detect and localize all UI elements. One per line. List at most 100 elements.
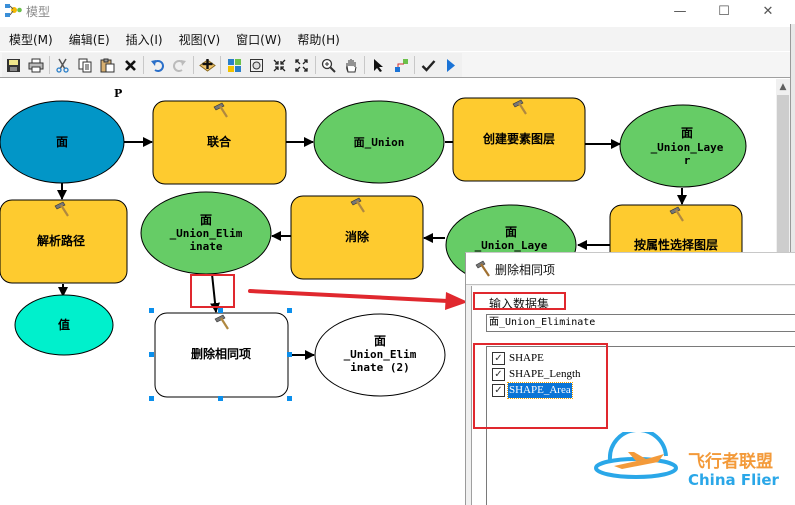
minimize-button[interactable]: — (658, 0, 702, 22)
menu-model[interactable]: 模型(M) (0, 31, 61, 48)
dialog-title: 删除相同项 (495, 263, 556, 277)
toolbar-group (2, 53, 462, 77)
node-label-line: inate (2) (350, 361, 410, 374)
arrow-pointer-icon (374, 58, 384, 72)
auto-layout-icon (227, 58, 241, 72)
menu-bar: 模型(M) 编辑(E) 插入(I) 视图(V) 窗口(W) 帮助(H) (0, 27, 795, 51)
node-label: 消除 (345, 229, 370, 244)
hand-icon (345, 58, 357, 72)
minimize-icon: — (673, 3, 687, 19)
watermark-text-cn: 飞行者联盟 (688, 451, 773, 472)
node-label-line: 面 (374, 334, 386, 348)
node-label-line: _Union_Elim (344, 348, 417, 361)
redo-button[interactable] (169, 54, 191, 76)
maximize-icon: ☐ (718, 3, 730, 19)
node-label: 按属性选择图层 (634, 237, 718, 252)
node-tool-eliminate[interactable]: 消除 (290, 195, 424, 280)
save-icon (6, 58, 20, 72)
node-tool-make-feature-layer[interactable]: 创建要素图层 (452, 97, 586, 182)
node-label: 面 (56, 135, 68, 149)
paste-button[interactable] (96, 54, 118, 76)
add-data-button[interactable] (196, 54, 218, 76)
node-data-union-eliminate[interactable]: 面 _Union_Elim inate (140, 191, 272, 275)
menu-help[interactable]: 帮助(H) (289, 31, 347, 48)
node-label: 创建要素图层 (482, 131, 555, 146)
toolbar-separator (364, 56, 366, 74)
connect-button[interactable] (390, 54, 412, 76)
node-label: 解析路径 (37, 233, 85, 248)
select-button[interactable] (367, 54, 389, 76)
input-dataset-field[interactable]: 面_Union_Eliminate (486, 314, 795, 332)
full-extent-icon (250, 58, 264, 72)
run-button[interactable] (440, 54, 462, 76)
toolbar-separator (143, 56, 145, 74)
node-label-line: r (684, 154, 691, 167)
model-app-icon (5, 4, 22, 17)
auto-layout-button[interactable] (223, 54, 245, 76)
menu-view[interactable]: 视图(V) (171, 31, 229, 48)
menu-insert[interactable]: 插入(I) (118, 31, 171, 48)
menu-edit[interactable]: 编辑(E) (61, 31, 118, 48)
toolbar-separator (414, 56, 416, 74)
full-extent-button[interactable] (246, 54, 268, 76)
scrollbar-thumb[interactable] (777, 95, 789, 265)
node-input-mian[interactable]: 面 (0, 100, 125, 184)
node-tool-parse-path[interactable]: 解析路径 (0, 199, 128, 284)
annotation-input-dataset-box (473, 292, 566, 310)
node-label: 值 (58, 317, 70, 332)
close-icon: ✕ (762, 3, 774, 19)
connect-icon (394, 58, 408, 72)
toolbar-separator (192, 56, 194, 74)
p-parameter-label: P (114, 87, 122, 100)
node-tool-union[interactable]: 联合 (152, 100, 287, 185)
magnifier-icon (322, 58, 337, 73)
scissors-icon (56, 58, 70, 73)
model-builder-window: 模型 — ☐ ✕ 模型(M) 编辑(E) 插入(I) 视图(V) 窗口(W) 帮… (0, 0, 795, 505)
maximize-button[interactable]: ☐ (702, 0, 746, 22)
node-label-line: _Union_Elim (170, 227, 243, 240)
node-label-line: _Union_Laye (475, 239, 548, 252)
node-label-line: 面 (505, 225, 517, 239)
node-data-value[interactable]: 值 (14, 294, 114, 356)
node-data-union-eliminate-2[interactable]: 面 _Union_Elim inate (2) (314, 313, 446, 397)
toolbar-separator (48, 56, 50, 74)
watermark-logo: 飞行者联盟 China Flier (592, 428, 792, 492)
delete-button[interactable] (119, 54, 141, 76)
zoom-in-button[interactable] (318, 54, 340, 76)
node-label-line: inate (189, 240, 222, 253)
delete-icon (124, 59, 136, 71)
checkmark-icon (421, 59, 436, 72)
node-data-union-layer[interactable]: 面 _Union_Laye r (619, 104, 747, 188)
fixed-zoom-out-icon (295, 58, 308, 72)
close-button[interactable]: ✕ (746, 0, 790, 22)
node-label-line: _Union_Laye (651, 141, 724, 154)
fixed-zoom-in-button[interactable] (268, 54, 290, 76)
annotation-fields-box (473, 343, 608, 429)
title-bar: 模型 — ☐ ✕ (0, 0, 795, 24)
node-label-line: 面 (200, 213, 212, 227)
menu-window[interactable]: 窗口(W) (228, 31, 289, 48)
undo-button[interactable] (146, 54, 168, 76)
add-data-icon (198, 58, 216, 72)
node-label: 面_Union (354, 136, 405, 149)
run-icon (447, 58, 456, 72)
toolbar-separator (220, 56, 222, 74)
node-label: 删除相同项 (191, 346, 251, 361)
undo-icon (150, 59, 164, 72)
print-button[interactable] (24, 54, 46, 76)
save-button[interactable] (2, 54, 24, 76)
redo-icon (173, 59, 187, 72)
hammer-icon (475, 260, 490, 277)
copy-icon (78, 58, 92, 72)
validate-button[interactable] (417, 54, 439, 76)
cut-button[interactable] (52, 54, 74, 76)
watermark-text-en: China Flier (688, 471, 780, 489)
scroll-up-icon[interactable]: ▲ (776, 79, 790, 95)
annotation-arrow (248, 289, 468, 310)
copy-button[interactable] (74, 54, 96, 76)
node-tool-delete-identical[interactable]: 删除相同项 (149, 308, 292, 401)
fixed-zoom-out-button[interactable] (290, 54, 312, 76)
node-data-union[interactable]: 面_Union (313, 100, 445, 184)
pan-button[interactable] (340, 54, 362, 76)
paste-icon (100, 58, 115, 72)
